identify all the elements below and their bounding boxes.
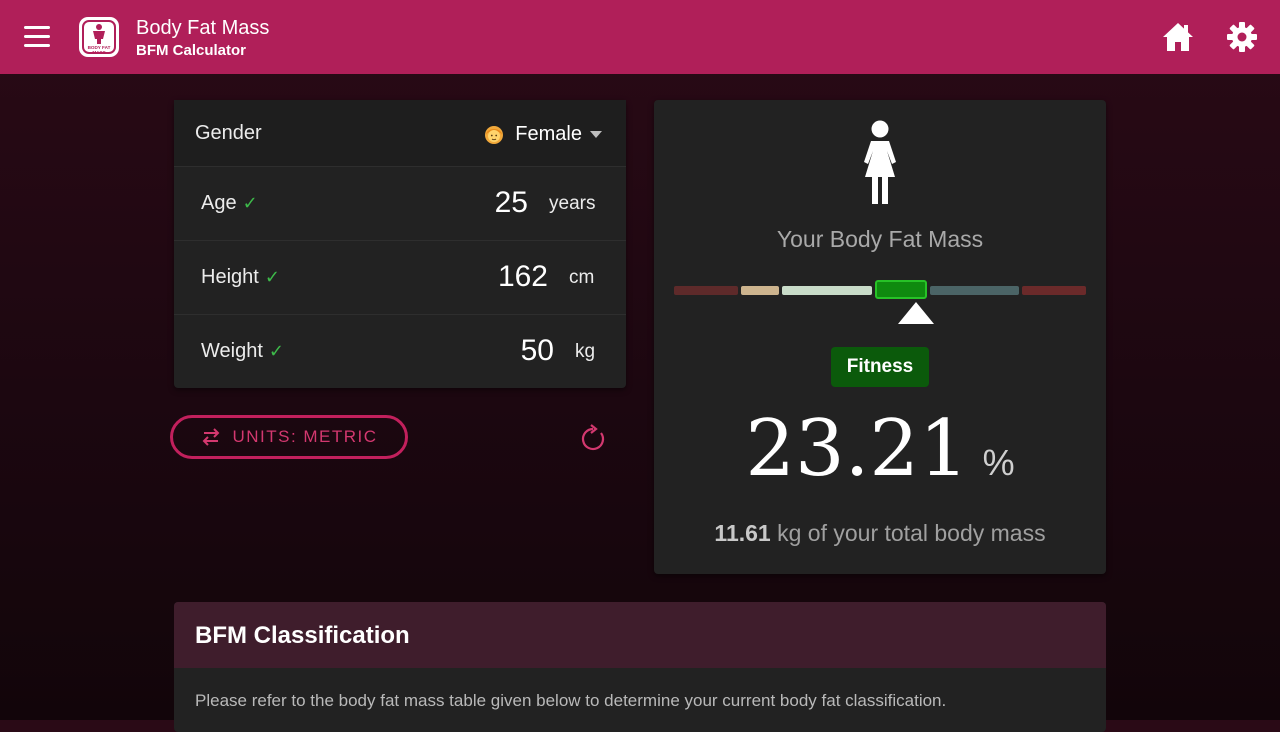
scale-segment-active (875, 280, 927, 299)
mass-text: kg of your total body mass (777, 520, 1046, 546)
category-badge: Fitness (831, 347, 929, 387)
result-value: 23.21 (745, 404, 969, 494)
bfm-scale (674, 278, 1086, 308)
gender-select[interactable]: Female (483, 120, 602, 148)
scale-segment-3 (782, 286, 872, 295)
gender-label: Gender (195, 122, 262, 144)
female-icon (864, 120, 896, 204)
reset-icon[interactable] (578, 424, 608, 454)
app-logo: BODY FAT MASS (79, 17, 119, 57)
scale-segment-2 (741, 286, 779, 295)
weight-input[interactable] (474, 334, 554, 368)
age-unit: years (549, 193, 596, 214)
units-toggle-button[interactable]: UNITS: METRIC (170, 415, 408, 459)
classification-title: BFM Classification (195, 622, 410, 649)
height-label: Height ✓ (201, 266, 280, 288)
weight-unit: kg (575, 341, 596, 362)
scale-pointer-icon (898, 302, 934, 324)
classification-description: Please refer to the body fat mass table … (195, 691, 947, 710)
check-icon: ✓ (268, 341, 284, 361)
gender-row: Gender Female (174, 100, 626, 167)
chevron-down-icon (590, 130, 602, 138)
app-title: Body Fat Mass (136, 17, 270, 39)
home-icon[interactable] (1161, 20, 1195, 54)
gender-value: Female (515, 122, 582, 145)
mass-value: 11.61 (714, 520, 771, 546)
age-label: Age ✓ (201, 192, 258, 214)
age-row: Age✓ years (174, 166, 626, 241)
weight-row: Weight✓ kg (174, 314, 626, 388)
check-icon: ✓ (242, 193, 258, 213)
mass-line: 11.61 kg of your total body mass (654, 520, 1106, 547)
svg-text:MASS: MASS (92, 50, 105, 55)
scale-segment-5 (930, 286, 1019, 295)
result-unit: % (982, 442, 1015, 483)
gear-icon[interactable] (1226, 21, 1258, 53)
swap-icon (203, 428, 220, 446)
app-bar: BODY FAT MASS Body Fat Mass BFM Calculat… (0, 0, 1280, 74)
menu-icon[interactable] (24, 26, 50, 48)
result-title: Your Body Fat Mass (776, 226, 984, 252)
classification-card: BFM Classification Please refer to the b… (174, 602, 1106, 732)
check-icon: ✓ (264, 267, 280, 287)
result-card: Your Body Fat Mass Fitness 23.21% 11.61 … (654, 100, 1106, 574)
woman-emoji-icon (485, 126, 504, 144)
height-unit: cm (569, 267, 595, 288)
height-input[interactable] (464, 260, 548, 294)
app-subtitle: BFM Calculator (136, 42, 247, 59)
scale-segment-1 (674, 286, 738, 295)
height-row: Height✓ cm (174, 240, 626, 315)
classification-header: BFM Classification (174, 602, 1106, 668)
input-card: Gender Female Age✓ years Height✓ cm Weig… (174, 100, 626, 388)
units-label: UNITS: METRIC (232, 427, 378, 446)
scale-segment-6 (1022, 286, 1086, 295)
result-value-wrap: 23.21% (654, 404, 1106, 494)
age-input[interactable] (454, 186, 528, 220)
weight-label: Weight ✓ (201, 340, 284, 362)
